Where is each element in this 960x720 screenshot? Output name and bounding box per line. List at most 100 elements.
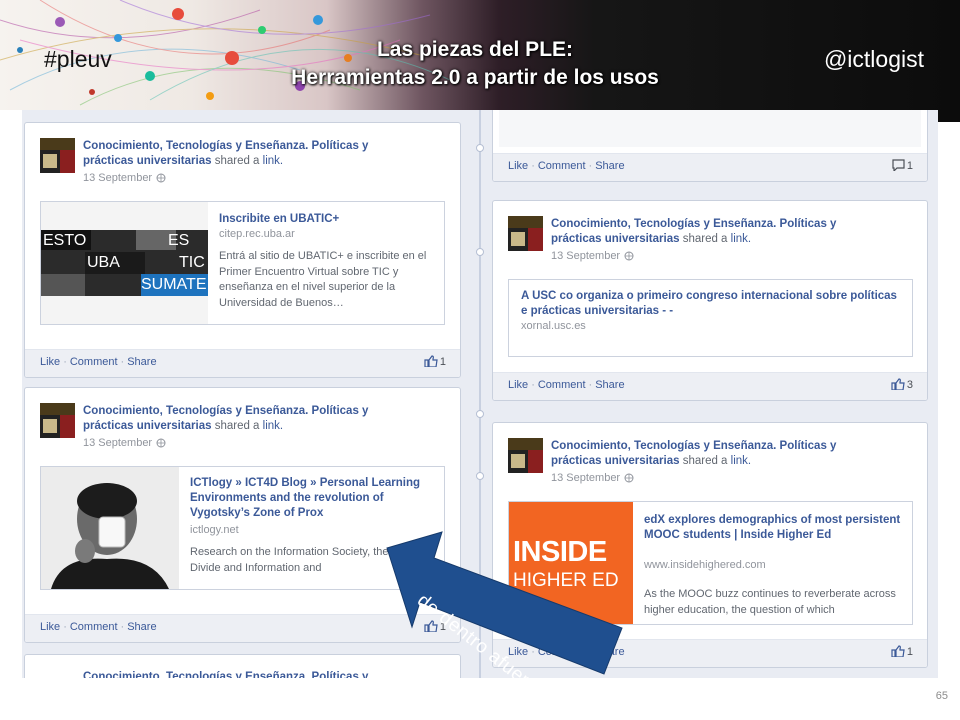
post-timestamp[interactable]: 13 September	[551, 250, 634, 262]
share-link[interactable]: Share	[127, 621, 156, 633]
link-title[interactable]: ICTlogy » ICT4D Blog » Personal Learning…	[190, 476, 435, 521]
comment-count[interactable]: 1	[892, 159, 913, 173]
link-title[interactable]: edX explores demographics of most persis…	[644, 513, 906, 543]
like-count[interactable]: 1	[424, 355, 446, 368]
like-count-value: 1	[906, 646, 913, 658]
like-link[interactable]: Like	[40, 621, 60, 633]
link-preview[interactable]: INSIDE HIGHER ED edX explores demographi…	[508, 501, 913, 625]
poster-name-link[interactable]: Conocimiento, Tecnologías y Enseñanza. P…	[83, 671, 368, 678]
post-actions-bar: Like · Comment · Share 1	[493, 153, 927, 181]
hashtag-label: #pleuv	[44, 46, 112, 72]
shared-link[interactable]: link.	[731, 233, 751, 245]
separator: ·	[588, 379, 593, 391]
timeline-marker	[476, 472, 484, 480]
thumb-word: ESTO	[43, 232, 87, 249]
share-link[interactable]: Share	[595, 646, 624, 658]
previous-post-content	[499, 110, 921, 147]
share-link[interactable]: Share	[127, 356, 156, 368]
post-timestamp[interactable]: 13 September	[83, 437, 166, 449]
comment-link[interactable]: Comment	[538, 160, 586, 172]
page-avatar[interactable]	[40, 403, 75, 438]
link-title[interactable]: Inscribite en UBATIC+	[219, 212, 439, 227]
link-thumbnail[interactable]: ESTO ES UBA TIC SUMATE	[41, 202, 208, 324]
separator: ·	[531, 160, 535, 172]
timeline-marker	[476, 248, 484, 256]
timeline-post-card: Conocimiento, Tecnologías y Enseñanza. P…	[24, 122, 461, 378]
slide-title: Las piezas del PLE: Herramientas 2.0 a p…	[230, 36, 720, 92]
like-link[interactable]: Like	[508, 379, 528, 391]
shared-a-text: shared a	[214, 420, 260, 432]
link-domain: www.insidehighered.com	[644, 559, 766, 571]
header-edge-strip	[938, 110, 960, 122]
link-domain: xornal.usc.es	[521, 320, 586, 332]
comment-link[interactable]: Comment	[538, 379, 586, 391]
post-timestamp[interactable]: 13 September	[551, 472, 634, 484]
thumbs-up-icon	[891, 378, 905, 391]
twitter-handle: @ictlogist	[823, 46, 924, 72]
shared-link[interactable]: link.	[731, 455, 751, 467]
thumbs-up-icon	[891, 645, 905, 658]
post-date: 13 September	[551, 472, 621, 484]
comment-icon	[892, 159, 905, 173]
comment-count-value: 1	[906, 160, 913, 172]
link-description: Research on the Information Society, the…	[190, 546, 423, 574]
separator: ·	[120, 356, 125, 368]
page-avatar[interactable]	[40, 138, 75, 173]
share-link[interactable]: Share	[595, 379, 624, 391]
thumb-word: SUMATE	[141, 276, 207, 293]
shared-a-text: shared a	[214, 155, 260, 167]
separator: ·	[120, 621, 125, 633]
timeline-post-card: Conocimiento, Tecnologías y Enseñanza. P…	[492, 200, 928, 401]
shared-a-text: shared a	[682, 455, 728, 467]
like-link[interactable]: Like	[508, 160, 528, 172]
post-actions-bar: Like · Comment · Share 3	[493, 372, 927, 400]
thumb-word: ES	[168, 232, 190, 249]
post-actions-bar: Like · Comment · Share 1	[493, 639, 927, 667]
post-date: 13 September	[83, 172, 153, 184]
link-description: Entrá al sitio de UBATIC+ e inscribite e…	[219, 250, 427, 309]
page-avatar[interactable]	[508, 216, 543, 251]
post-header: Conocimiento, Tecnologías y Enseñanza. P…	[83, 404, 413, 434]
timeline-post-card: Conocimiento, Tecnologías y Enseñanza. P…	[492, 422, 928, 668]
link-thumbnail[interactable]: INSIDE HIGHER ED	[509, 502, 633, 624]
timeline-marker	[476, 144, 484, 152]
like-count[interactable]: 3	[891, 378, 913, 391]
link-preview[interactable]: ESTO ES UBA TIC SUMATE Inscribite en UBA…	[40, 201, 445, 325]
post-header: Conocimiento, Tecnologías y Enseñanza. P…	[551, 439, 881, 469]
comment-link[interactable]: Comment	[70, 621, 118, 633]
like-count[interactable]: 1	[891, 645, 913, 658]
link-domain: ictlogy.net	[190, 524, 239, 536]
like-link[interactable]: Like	[40, 356, 60, 368]
shared-link[interactable]: link.	[263, 155, 283, 167]
comment-link[interactable]: Comment	[70, 356, 118, 368]
link-thumbnail[interactable]	[41, 467, 179, 589]
share-link[interactable]: Share	[595, 160, 624, 172]
post-header: Conocimiento, Tecnologías y Enseñanza. P…	[83, 139, 413, 169]
link-title[interactable]: A USC co organiza o primeiro congreso in…	[521, 289, 906, 319]
timeline-post-card: Like · Comment · Share 1	[492, 110, 928, 182]
thumb-word: INSIDE	[513, 536, 607, 568]
person-photo	[41, 467, 179, 589]
shared-link[interactable]: link.	[263, 420, 283, 432]
post-actions-bar: Like · Comment · Share 1	[25, 614, 460, 642]
link-preview[interactable]: A USC co organiza o primeiro congreso in…	[508, 279, 913, 357]
separator: ·	[63, 621, 67, 633]
separator: ·	[588, 646, 593, 658]
post-timestamp[interactable]: 13 September	[83, 172, 166, 184]
facebook-timeline[interactable]: Conocimiento, Tecnologías y Enseñanza. P…	[22, 110, 938, 678]
post-actions-bar: Like · Comment · Share 1	[25, 349, 460, 377]
slide-title-line-2: Herramientas 2.0 a partir de los usos	[291, 66, 659, 89]
separator: ·	[63, 356, 67, 368]
link-preview[interactable]: ICTlogy » ICT4D Blog » Personal Learning…	[40, 466, 445, 590]
thumbs-up-icon	[424, 355, 438, 368]
page-avatar[interactable]	[508, 438, 543, 473]
globe-icon	[156, 438, 166, 448]
like-count-value: 3	[906, 379, 913, 391]
shared-a-text: shared a	[682, 233, 728, 245]
link-description: As the MOOC buzz continues to reverberat…	[644, 588, 896, 616]
separator: ·	[531, 646, 535, 658]
thumb-word: TIC	[179, 254, 205, 271]
slide-header: #pleuv Las piezas del PLE: Herramientas …	[0, 0, 960, 110]
timeline-post-card: Conocimiento, Tecnologías y Enseñanza. P…	[24, 387, 461, 643]
comment-link[interactable]: Comment	[538, 646, 586, 658]
